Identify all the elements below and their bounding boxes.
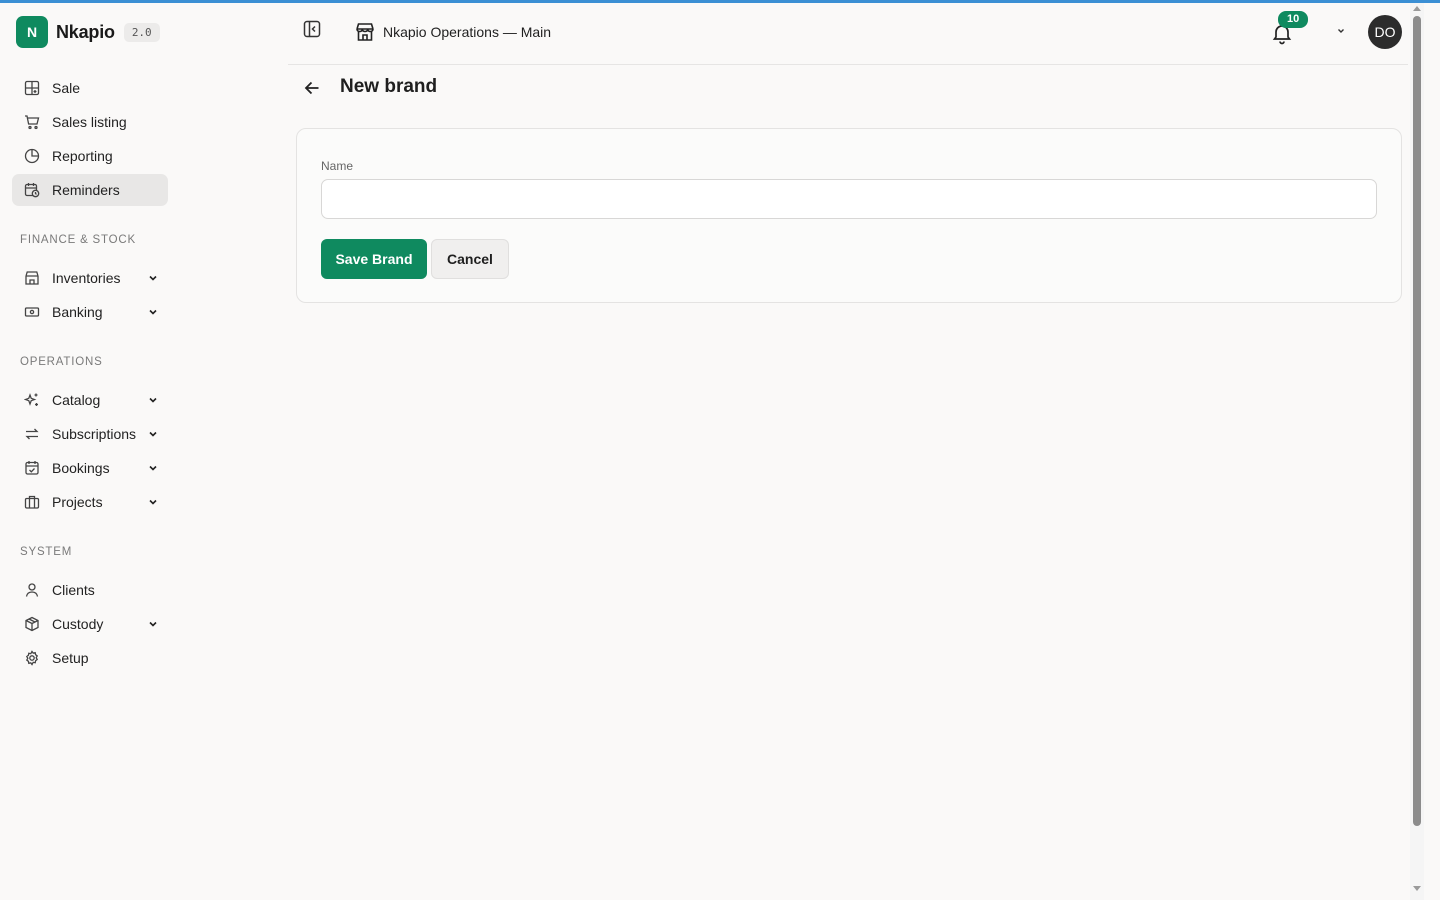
sidebar-item-catalog[interactable]: Catalog	[12, 384, 168, 416]
sidebar-item-label: Inventories	[52, 270, 121, 286]
package-icon	[24, 616, 40, 632]
brand-logo: N	[16, 16, 48, 48]
sidebar-toggle-icon[interactable]	[302, 19, 322, 39]
top-header: Nkapio Operations — Main 10 DO	[288, 3, 1408, 65]
sidebar-item-label: Bookings	[52, 460, 110, 476]
scroll-up-arrow-icon[interactable]	[1413, 5, 1421, 11]
chevron-down-icon	[149, 397, 157, 403]
section-label-operations: OPERATIONS	[20, 356, 103, 368]
calendar-clock-icon	[24, 182, 40, 198]
sidebar-item-label: Banking	[52, 304, 103, 320]
section-label-finance: FINANCE & STOCK	[20, 234, 136, 246]
sidebar-item-sales-listing[interactable]: Sales listing	[12, 106, 168, 138]
sparkles-icon	[24, 392, 40, 408]
notification-badge: 10	[1278, 11, 1309, 28]
sidebar-item-banking[interactable]: Banking	[12, 296, 168, 328]
chevron-down-icon	[149, 621, 157, 627]
store-name[interactable]: Nkapio Operations — Main	[383, 24, 551, 40]
brand-name: Nkapio	[56, 21, 115, 42]
pie-chart-icon	[24, 148, 40, 164]
sidebar-item-label: Catalog	[52, 392, 101, 408]
sidebar-item-label: Projects	[52, 494, 103, 510]
sidebar-item-label: Custody	[52, 616, 104, 632]
sidebar-item-clients[interactable]: Clients	[12, 574, 168, 606]
sidebar-item-label: Setup	[52, 650, 89, 666]
name-field[interactable]	[321, 179, 1377, 219]
scroll-down-arrow-icon[interactable]	[1413, 886, 1421, 892]
chevron-down-icon	[149, 465, 157, 471]
sidebar-item-reminders[interactable]: Reminders	[12, 174, 168, 206]
grid-plus-icon	[24, 80, 40, 96]
chevron-down-icon[interactable]	[1336, 26, 1346, 36]
gear-icon	[24, 650, 40, 666]
sidebar-item-label: Sales listing	[52, 114, 127, 130]
section-label-system: SYSTEM	[20, 546, 73, 558]
sidebar-item-label: Subscriptions	[52, 426, 137, 442]
sidebar-item-bookings[interactable]: Bookings	[12, 452, 168, 484]
chevron-down-icon	[149, 275, 157, 281]
brand[interactable]: N Nkapio 2.0	[16, 16, 160, 48]
calendar-check-icon	[24, 460, 40, 476]
page-title: New brand	[340, 76, 438, 97]
sidebar-item-inventories[interactable]: Inventories	[12, 262, 168, 294]
sidebar-item-label: Sale	[52, 80, 81, 96]
user-icon	[24, 582, 40, 598]
name-field-label: Name	[321, 159, 354, 173]
version-badge: 2.0	[123, 22, 160, 42]
brand-form-card: Name Save Brand Cancel	[296, 128, 1402, 303]
briefcase-icon	[24, 494, 40, 510]
avatar[interactable]: DO	[1368, 15, 1402, 49]
cart-icon	[24, 114, 40, 130]
scrollbar-thumb[interactable]	[1413, 16, 1421, 826]
sidebar-item-subscriptions[interactable]: Subscriptions	[12, 418, 168, 450]
chevron-down-icon	[149, 309, 157, 315]
cancel-button[interactable]: Cancel	[431, 239, 509, 279]
store-icon	[24, 270, 40, 286]
chevron-down-icon	[149, 499, 157, 505]
back-arrow-icon[interactable]	[302, 78, 322, 98]
save-brand-button[interactable]: Save Brand	[321, 239, 427, 279]
sidebar: N Nkapio 2.0 Sale Sales listing Reportin…	[0, 3, 182, 900]
sidebar-item-setup[interactable]: Setup	[12, 642, 168, 674]
sidebar-item-sale[interactable]: Sale	[12, 72, 168, 104]
sidebar-item-label: Clients	[52, 582, 95, 598]
sidebar-item-label: Reporting	[52, 148, 113, 164]
repeat-icon	[24, 426, 40, 442]
store-icon	[356, 23, 374, 41]
banknote-icon	[24, 304, 40, 320]
sidebar-item-custody[interactable]: Custody	[12, 608, 168, 640]
sidebar-item-label: Reminders	[52, 182, 120, 198]
sidebar-item-projects[interactable]: Projects	[12, 486, 168, 518]
chevron-down-icon	[149, 431, 157, 437]
sidebar-item-reporting[interactable]: Reporting	[12, 140, 168, 172]
